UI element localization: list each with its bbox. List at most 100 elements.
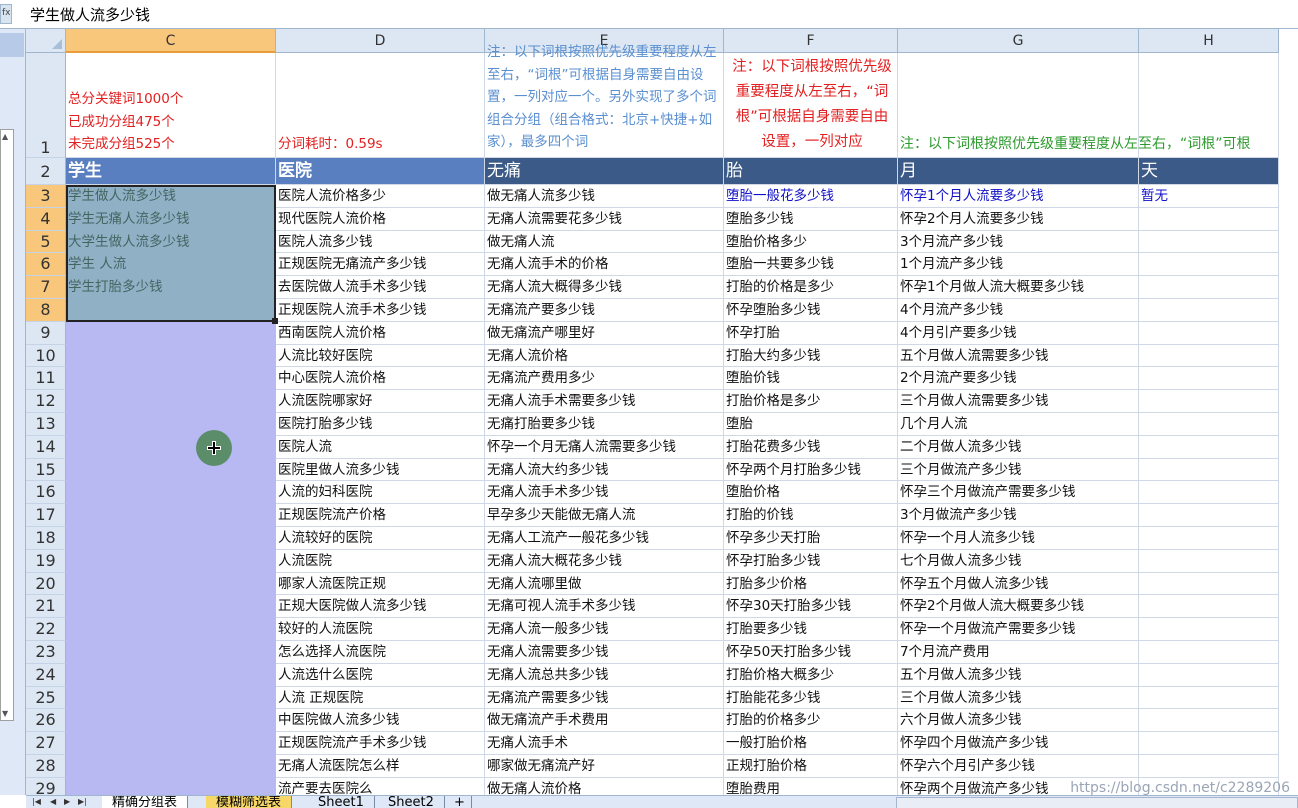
cell-e28[interactable]: 哪家做无痛流产好 [485,755,724,778]
cell-d21[interactable]: 正规大医院做人流多少钱 [276,595,485,619]
cell-e19[interactable]: 无痛人流大概花多少钱 [485,549,724,573]
header-cell-g[interactable]: 月 [898,158,1139,185]
cell[interactable] [1139,618,1279,641]
cell-e25[interactable]: 无痛流产需要多少钱 [485,686,724,710]
cell-g25[interactable]: 三个月做人流多少钱 [898,686,1139,710]
row-header-20[interactable]: 20 [26,572,66,596]
cell-f7[interactable]: 打胎的价格是多少 [724,276,898,299]
cell[interactable] [66,663,276,687]
cell-e11[interactable]: 无痛流产费用多少 [485,367,724,391]
cell-g22[interactable]: 怀孕一个月做流产需要多少钱 [898,618,1139,641]
cell[interactable] [66,709,276,733]
cell-g13[interactable]: 几个月人流 [898,413,1139,436]
cell-g28[interactable]: 怀孕六个月引产多少钱 [898,755,1139,778]
cell[interactable] [66,549,276,573]
cell-d19[interactable]: 人流医院 [276,549,485,573]
cell[interactable] [66,435,276,459]
tab-fuzzy-filter[interactable]: 模糊筛选表 [206,796,293,808]
cell[interactable] [66,413,276,436]
select-all-corner[interactable] [26,29,66,53]
tab-sheet1[interactable]: Sheet1 [308,796,375,808]
cell[interactable] [66,504,276,527]
cell-f18[interactable]: 怀孕多少天打胎 [724,527,898,550]
cell-h3[interactable]: 暂无 [1139,185,1279,208]
cell[interactable] [66,390,276,413]
cell-g20[interactable]: 怀孕五个月做人流多少钱 [898,572,1139,596]
cell[interactable] [66,367,276,391]
cell-f25[interactable]: 打胎能花多少钱 [724,686,898,710]
row-header-6[interactable]: 6 [26,253,66,277]
panel-header[interactable] [0,33,24,57]
cell-f23[interactable]: 怀孕50天打胎多少钱 [724,641,898,664]
scroll-up-icon[interactable]: ▲ [2,132,8,141]
cell-e17[interactable]: 早孕多少天能做无痛人流 [485,504,724,527]
first-sheet-icon[interactable]: |◀ [32,797,41,806]
cell[interactable] [1139,413,1279,436]
cell-f4[interactable]: 堕胎多少钱 [724,207,898,231]
row-header-3[interactable]: 3 [26,185,66,208]
cell-d26[interactable]: 中医院做人流多少钱 [276,709,485,733]
cell-f22[interactable]: 打胎要多少钱 [724,618,898,641]
cell-g27[interactable]: 怀孕四个月做流产多少钱 [898,732,1139,755]
row-header-1[interactable]: 1 [26,53,66,158]
column-header-h[interactable]: H [1139,29,1279,53]
row-header-2[interactable]: 2 [26,158,66,185]
row-header-8[interactable]: 8 [26,299,66,322]
cell-e9[interactable]: 做无痛流产哪里好 [485,321,724,345]
tab-sheet2[interactable]: Sheet2 [378,796,445,808]
cell-g19[interactable]: 七个月做人流多少钱 [898,549,1139,573]
cell-g26[interactable]: 六个月做人流多少钱 [898,709,1139,733]
row-header-27[interactable]: 27 [26,732,66,755]
header-cell-h[interactable]: 天 [1139,158,1279,185]
cell-g5[interactable]: 3个月流产多少钱 [898,230,1139,254]
cell-d4[interactable]: 现代医院人流价格 [276,207,485,231]
cell-f6[interactable]: 堕胎一共要多少钱 [724,253,898,277]
column-header-f[interactable]: F [724,29,898,53]
cell[interactable] [1139,732,1279,755]
cell-e20[interactable]: 无痛人流哪里做 [485,572,724,596]
cell-g12[interactable]: 三个月做人流需要多少钱 [898,390,1139,413]
cell-d10[interactable]: 人流比较好医院 [276,344,485,368]
cell[interactable] [66,641,276,664]
cell-g4[interactable]: 怀孕2个月人流要多少钱 [898,207,1139,231]
cell-f26[interactable]: 打胎的价格多少 [724,709,898,733]
row-header-12[interactable]: 12 [26,390,66,413]
cell-e21[interactable]: 无痛可视人流手术多少钱 [485,595,724,619]
cell-g16[interactable]: 怀孕三个月做流产需要多少钱 [898,481,1139,505]
header-cell-f[interactable]: 胎 [724,158,898,185]
cell-e23[interactable]: 无痛人流需要多少钱 [485,641,724,664]
cell[interactable] [1139,253,1279,277]
next-sheet-icon[interactable]: ▶ [64,797,70,806]
cell-f9[interactable]: 怀孕打胎 [724,321,898,345]
cell-c7[interactable]: 学生打胎多少钱 [66,276,276,299]
cell[interactable] [66,344,276,368]
cell-g6[interactable]: 1个月流产多少钱 [898,253,1139,277]
cell[interactable] [1139,344,1279,368]
last-sheet-icon[interactable]: ▶| [78,797,87,806]
row-header-24[interactable]: 24 [26,663,66,687]
cell-g24[interactable]: 五个月做人流多少钱 [898,663,1139,687]
cell-d15[interactable]: 医院里做人流多少钱 [276,458,485,482]
cell[interactable] [1139,276,1279,299]
fill-handle[interactable] [272,317,278,324]
cell[interactable] [66,595,276,619]
cell-d18[interactable]: 人流较好的医院 [276,527,485,550]
cell[interactable] [1139,207,1279,231]
cell[interactable] [66,321,276,345]
cell-d3[interactable]: 医院人流价格多少 [276,185,485,208]
cell[interactable] [1139,504,1279,527]
cell-f27[interactable]: 一般打胎价格 [724,732,898,755]
cell-g18[interactable]: 怀孕一个月人流多少钱 [898,527,1139,550]
cell-c6[interactable]: 学生 人流 [66,253,276,277]
insert-function-button[interactable]: fx [0,4,12,24]
row-header-16[interactable]: 16 [26,481,66,505]
cell-f17[interactable]: 打胎的价钱 [724,504,898,527]
cell-e8[interactable]: 无痛流产要多少钱 [485,299,724,322]
row-header-15[interactable]: 15 [26,458,66,482]
row-header-9[interactable]: 9 [26,321,66,345]
cell-d12[interactable]: 人流医院哪家好 [276,390,485,413]
cell[interactable] [66,686,276,710]
cell-e24[interactable]: 无痛人流总共多少钱 [485,663,724,687]
cell-f3[interactable]: 堕胎一般花多少钱 [724,185,898,208]
cell-e3[interactable]: 做无痛人流多少钱 [485,185,724,208]
